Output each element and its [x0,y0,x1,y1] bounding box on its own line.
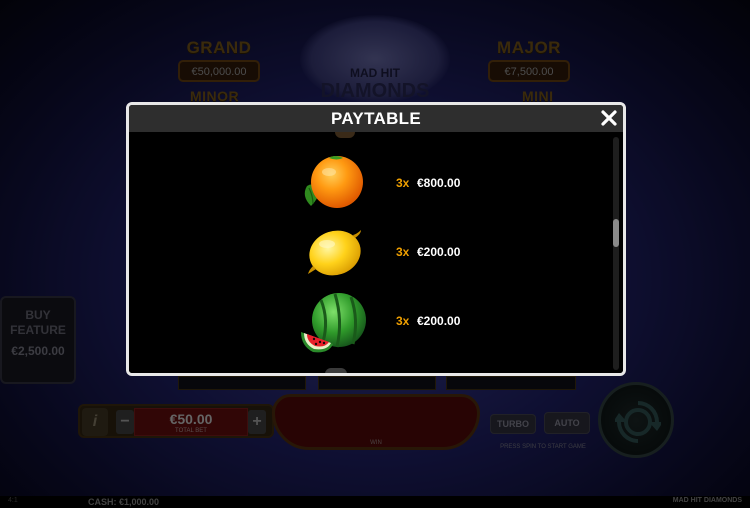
paytable-body[interactable]: 3x €800.00 3x €200.00 3x €200.00 [129,132,623,373]
orange-payout: €800.00 [417,176,461,190]
watermelon-multiplier: 3x [396,314,410,328]
previous-symbol-peek [335,132,355,138]
watermelon-icon [301,293,366,353]
close-button[interactable] [599,108,619,128]
lemon-payout: €200.00 [417,245,461,259]
watermelon-payout: €200.00 [417,314,461,328]
paytable-row-lemon: 3x €200.00 [129,224,609,294]
paytable-modal: PAYTABLE 3x €800.00 3x €200.00 3x €200.0… [126,102,626,376]
paytable-scrollbar-thumb[interactable] [613,219,619,247]
lemon-icon [308,230,361,276]
lemon-multiplier: 3x [396,245,410,259]
orange-multiplier: 3x [396,176,410,190]
paytable-row-watermelon: 3x €200.00 [129,292,609,362]
paytable-scrollbar-track[interactable] [613,137,619,370]
next-symbol-peek [325,368,347,373]
orange-icon [304,156,363,208]
paytable-row-orange: 3x €800.00 [129,152,609,222]
close-icon [601,110,617,126]
paytable-title: PAYTABLE [331,109,421,128]
